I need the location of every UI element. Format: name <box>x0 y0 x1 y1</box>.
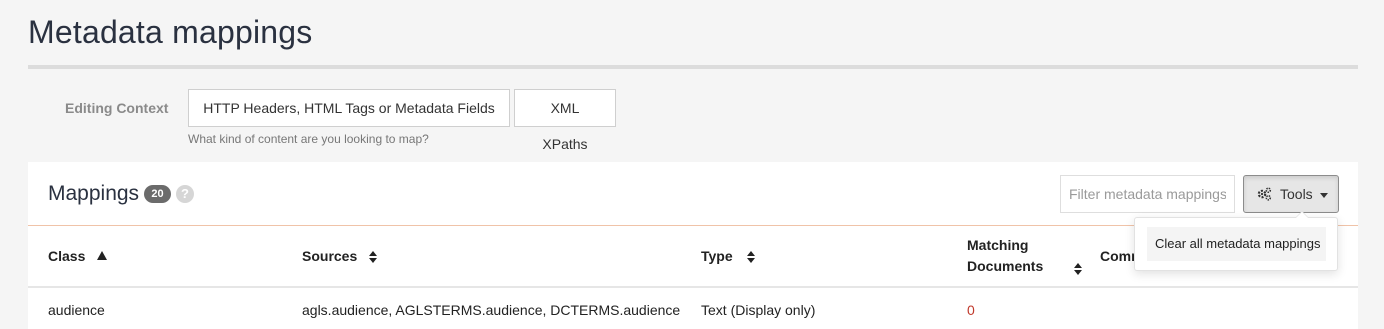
panel-title: Mappings <box>48 182 140 205</box>
editing-context-help: What kind of content are you looking to … <box>188 132 429 146</box>
cell-sources: agls.audience, AGLSTERMS.audience, DCTER… <box>302 302 681 318</box>
filter-metadata-mappings-input[interactable] <box>1060 175 1235 213</box>
sort-icon <box>369 251 377 263</box>
gears-icon <box>1256 186 1272 205</box>
sort-icon <box>747 251 755 263</box>
column-label: Sources <box>302 248 358 264</box>
sort-icon <box>1074 263 1082 275</box>
title-divider <box>28 65 1358 69</box>
context-option-http-html-metadata[interactable]: HTTP Headers, HTML Tags or Metadata Fiel… <box>188 89 510 127</box>
tools-dropdown-button[interactable]: Tools <box>1243 175 1339 213</box>
column-label: Type <box>701 248 733 264</box>
cell-class[interactable]: audience <box>48 302 105 318</box>
clear-all-metadata-mappings-item[interactable]: Clear all metadata mappings <box>1147 227 1326 261</box>
mappings-count-badge: 20 <box>144 185 171 203</box>
column-matching-documents[interactable]: Matching Documents <box>967 237 1087 275</box>
context-option-xml-xpaths[interactable]: XML XPaths <box>514 89 616 152</box>
sort-ascending-icon <box>97 251 107 260</box>
column-type[interactable]: Type <box>701 248 755 264</box>
tools-label: Tools <box>1280 186 1313 202</box>
table-row[interactable]: audience agls.audience, AGLSTERMS.audien… <box>28 290 1358 329</box>
question-icon[interactable]: ? <box>176 185 194 203</box>
chevron-down-icon <box>1320 193 1328 198</box>
column-class[interactable]: Class <box>48 248 107 264</box>
page-title: Metadata mappings <box>28 14 313 50</box>
column-label-line2: Documents <box>967 258 1044 274</box>
column-label: Class <box>48 248 86 264</box>
cell-matching-documents: 0 <box>967 302 975 318</box>
cell-type: Text (Display only) <box>701 302 816 318</box>
column-sources[interactable]: Sources <box>302 248 377 264</box>
tools-dropdown-menu: Clear all metadata mappings <box>1134 211 1338 271</box>
editing-context-label: Editing Context <box>65 100 169 116</box>
column-label-line1: Matching <box>967 237 1029 253</box>
